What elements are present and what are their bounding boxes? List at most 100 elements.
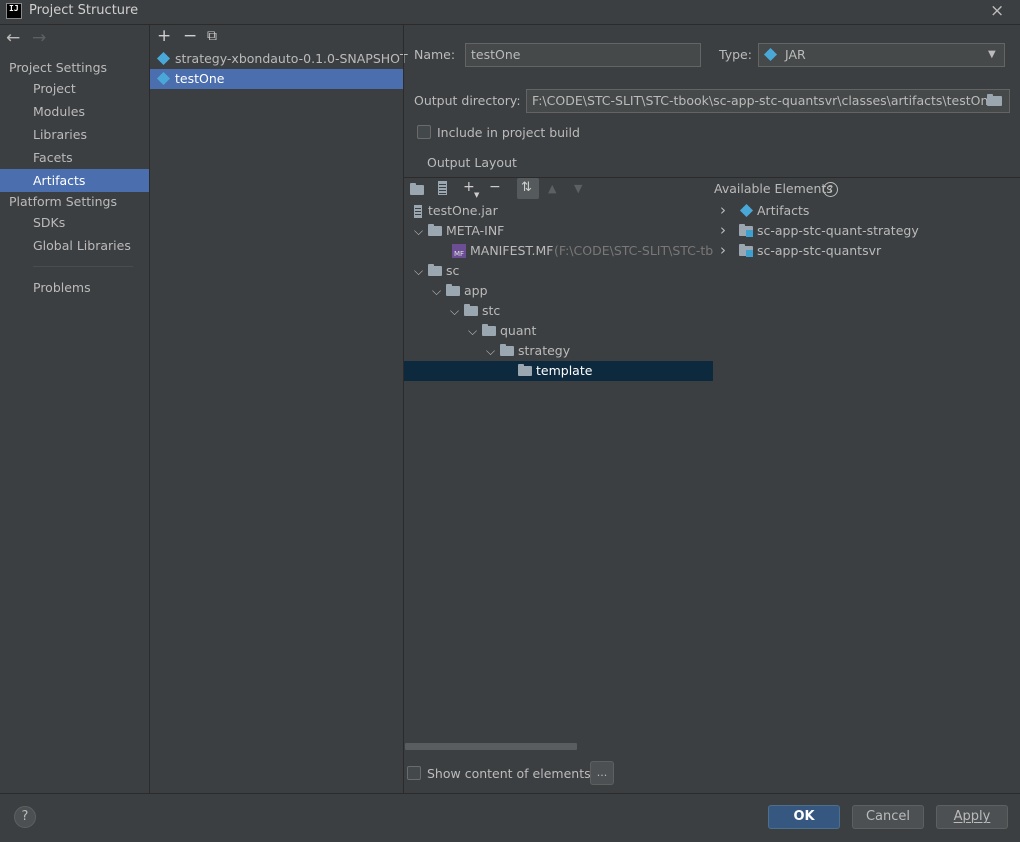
available-element-module[interactable]: › sc-app-stc-quant-strategy [714, 221, 1014, 241]
help-icon[interactable]: ? [823, 182, 838, 197]
folder-icon [446, 284, 460, 296]
artifacts-divider [403, 25, 404, 793]
layout-tree-row[interactable]: ⌵ stc [404, 301, 713, 321]
footer-divider [0, 793, 1020, 794]
sidebar-item-facets[interactable]: Facets [0, 146, 149, 169]
chevron-down-icon[interactable]: ⌵ [450, 301, 460, 321]
sort-elements-button[interactable]: ⇅ [517, 178, 539, 199]
type-label: Type: [719, 47, 752, 62]
layout-tree-label: sc [446, 263, 460, 278]
title-bar [0, 0, 1020, 24]
manifest-path-suffix: (F:\CODE\STC-SLIT\STC-tbook [554, 243, 713, 258]
horizontal-scrollbar[interactable] [405, 743, 577, 750]
chevron-right-icon[interactable]: › [720, 240, 726, 260]
available-element-label: Artifacts [757, 203, 810, 218]
add-artifact-button[interactable]: + [157, 26, 171, 46]
output-directory-field[interactable]: F:\CODE\STC-SLIT\STC-tbook\sc-app-stc-qu… [526, 89, 1010, 113]
show-content-checkbox[interactable] [407, 766, 421, 780]
sidebar-item-artifacts[interactable]: Artifacts [0, 169, 149, 192]
chevron-down-icon[interactable]: ⌵ [468, 321, 478, 341]
jar-archive-icon [414, 205, 422, 218]
chevron-down-icon[interactable]: ⌵ [414, 261, 424, 281]
sidebar-item-global-libraries[interactable]: Global Libraries [0, 234, 149, 257]
chevron-down-icon[interactable]: ⌵ [486, 341, 496, 361]
manifest-file-icon: MF [452, 244, 466, 258]
module-folder-icon [739, 224, 753, 237]
layout-tree-row[interactable]: MF MANIFEST.MF(F:\CODE\STC-SLIT\STC-tbook [404, 241, 713, 261]
new-directory-icon[interactable] [410, 183, 424, 195]
sidebar-item-problems[interactable]: Problems [0, 276, 149, 299]
artifact-item-testone[interactable]: testOne [150, 69, 403, 89]
include-in-build-checkbox[interactable] [417, 125, 431, 139]
folder-icon [518, 364, 532, 376]
browse-folder-icon[interactable] [987, 94, 1002, 106]
layout-tree-label: MANIFEST.MF [470, 243, 554, 258]
sort-icon: ⇅ [521, 180, 532, 195]
layout-tree-label: quant [500, 323, 537, 338]
remove-button[interactable]: − [489, 179, 501, 195]
jar-type-icon [763, 47, 778, 62]
module-folder-icon [739, 244, 753, 257]
available-elements-title: Available Elements [714, 181, 833, 196]
layout-tree-label: META-INF [446, 223, 505, 238]
available-element-label: sc-app-stc-quantsvr [757, 243, 882, 258]
layout-tree-label: app [464, 283, 488, 298]
folder-icon [428, 224, 442, 236]
sidebar-item-modules[interactable]: Modules [0, 100, 149, 123]
move-up-icon[interactable]: ▲ [548, 182, 556, 195]
ellipsis-button[interactable]: ... [590, 761, 614, 785]
copy-artifact-button[interactable]: ⧉ [207, 28, 217, 44]
layout-tree-row[interactable]: template [404, 361, 713, 381]
sidebar-item-libraries[interactable]: Libraries [0, 123, 149, 146]
platform-settings-header: Platform Settings [9, 194, 117, 209]
available-element-artifact[interactable]: › Artifacts [714, 201, 1014, 221]
ok-button[interactable]: OK [768, 805, 840, 829]
sidebar-item-sdks[interactable]: SDKs [0, 211, 149, 234]
sidebar-item-project[interactable]: Project [0, 77, 149, 100]
artifact-icon [156, 51, 171, 66]
add-copy-button[interactable]: + [463, 179, 475, 195]
close-icon[interactable]: × [990, 1, 1004, 21]
artifact-item-strategy-xbondauto[interactable]: strategy-xbondauto-0.1.0-SNAPSHOT [150, 49, 408, 69]
show-content-label: Show content of elements [427, 766, 591, 781]
back-arrow-icon[interactable]: ← [6, 28, 20, 48]
layout-tree-row[interactable]: ⌵ META-INF [404, 221, 713, 241]
available-element-module[interactable]: › sc-app-stc-quantsvr [714, 241, 1014, 261]
layout-tree-label: stc [482, 303, 501, 318]
type-select[interactable]: JAR ▼ [758, 43, 1005, 67]
tab-output-layout[interactable]: Output Layout [427, 155, 517, 170]
folder-icon [482, 324, 496, 336]
name-field[interactable]: testOne [465, 43, 701, 67]
move-down-icon[interactable]: ▼ [574, 182, 582, 195]
remove-artifact-button[interactable]: − [183, 26, 197, 46]
artifact-icon [156, 71, 171, 86]
forward-arrow-icon[interactable]: → [32, 28, 46, 48]
type-value: JAR [785, 47, 806, 62]
cancel-button[interactable]: Cancel [852, 805, 924, 829]
intellij-logo-icon: IJ [6, 3, 22, 19]
folder-icon [428, 264, 442, 276]
folder-icon [464, 304, 478, 316]
include-in-build-label: Include in project build [437, 125, 580, 140]
layout-tree-row[interactable]: ⌵ sc [404, 261, 713, 281]
chevron-right-icon[interactable]: › [720, 220, 726, 240]
artifact-label: testOne [175, 71, 225, 86]
apply-button[interactable]: Apply [936, 805, 1008, 829]
layout-tree-label: testOne.jar [428, 203, 498, 218]
layout-tree-row[interactable]: testOne.jar [404, 201, 713, 221]
folder-icon [500, 344, 514, 356]
create-archive-icon[interactable] [438, 181, 447, 195]
chevron-down-icon[interactable]: ⌵ [432, 281, 442, 301]
chevron-down-icon[interactable]: ⌵ [414, 221, 424, 241]
layout-tree-row[interactable]: ⌵ strategy [404, 341, 713, 361]
layout-tree-row[interactable]: ⌵ app [404, 281, 713, 301]
artifact-label: strategy-xbondauto-0.1.0-SNAPSHOT [175, 51, 408, 66]
layout-toolbar [404, 178, 713, 201]
artifacts-icon [739, 203, 754, 218]
output-directory-value: F:\CODE\STC-SLIT\STC-tbook\sc-app-stc-qu… [532, 93, 997, 108]
layout-tree-row[interactable]: ⌵ quant [404, 321, 713, 341]
help-button[interactable]: ? [14, 806, 36, 828]
chevron-down-icon: ▼ [988, 49, 996, 60]
chevron-right-icon[interactable]: › [720, 200, 726, 220]
output-directory-label: Output directory: [414, 93, 521, 108]
